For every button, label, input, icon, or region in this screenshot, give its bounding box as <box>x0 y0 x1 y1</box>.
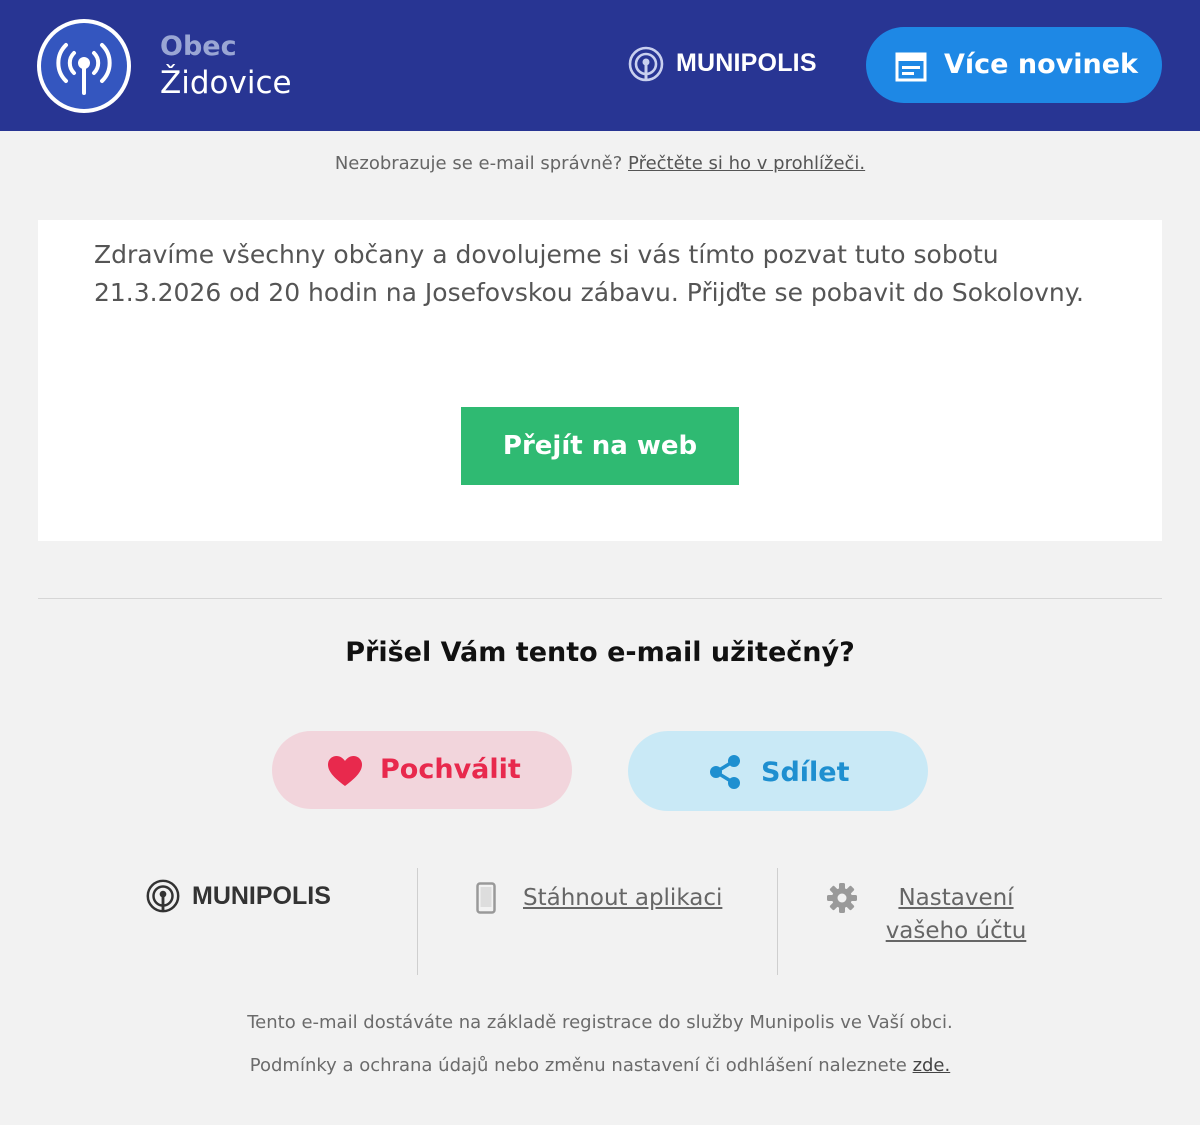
download-app-link[interactable]: Stáhnout aplikaci <box>523 882 722 914</box>
gear-icon <box>827 883 857 913</box>
town-label: Obec <box>160 31 237 62</box>
munipolis-logo-icon <box>146 879 180 913</box>
munipolis-brand-text: MUNIPOLIS <box>676 49 817 77</box>
more-news-label: Více novinek <box>944 49 1138 80</box>
share-icon <box>710 755 740 789</box>
share-label: Sdílet <box>761 757 850 788</box>
footer-brand-text: MUNIPOLIS <box>192 882 331 910</box>
view-in-browser-link[interactable]: Přečtěte si ho v prohlížeči. <box>628 153 865 174</box>
message-body: Zdravíme všechny občany a dovolujeme si … <box>94 240 1084 307</box>
munipolis-logo-icon <box>628 46 664 82</box>
preheader-text: Nezobrazuje se e-mail správně? <box>334 153 623 174</box>
terms-text: Podmínky a ochrana údajů nebo změnu nast… <box>249 1055 907 1076</box>
go-to-web-button[interactable]: Přejít na web <box>461 407 739 485</box>
terms-notice: Podmínky a ochrana údajů nebo změnu nast… <box>0 1054 1200 1078</box>
town-name: Židovice <box>160 65 292 101</box>
preheader: Nezobrazuje se e-mail správně? Přečtěte … <box>0 152 1200 176</box>
registration-notice: Tento e-mail dostáváte na základě regist… <box>247 1012 953 1033</box>
broadcast-icon <box>41 23 127 109</box>
town-logo[interactable] <box>37 19 131 113</box>
feedback-question: Přišel Vám tento e-mail užitečný? <box>345 637 855 668</box>
divider <box>38 598 1162 599</box>
header: Obec Židovice MUNIPOLIS Více novinek <box>0 0 1200 131</box>
account-settings-link[interactable]: Nastavení vašeho účtu <box>860 882 1052 948</box>
message-card: Zdravíme všechny občany a dovolujeme si … <box>38 220 1162 541</box>
terms-link[interactable]: zde. <box>913 1055 951 1076</box>
footer-separator <box>777 868 778 975</box>
praise-label: Pochválit <box>380 754 521 785</box>
share-button[interactable]: Sdílet <box>628 731 928 811</box>
heart-icon <box>328 756 362 786</box>
more-news-button[interactable]: Více novinek <box>866 27 1162 103</box>
footer-separator <box>417 868 418 975</box>
phone-icon <box>476 882 496 914</box>
newspaper-icon <box>895 52 927 82</box>
praise-button[interactable]: Pochválit <box>272 731 572 809</box>
